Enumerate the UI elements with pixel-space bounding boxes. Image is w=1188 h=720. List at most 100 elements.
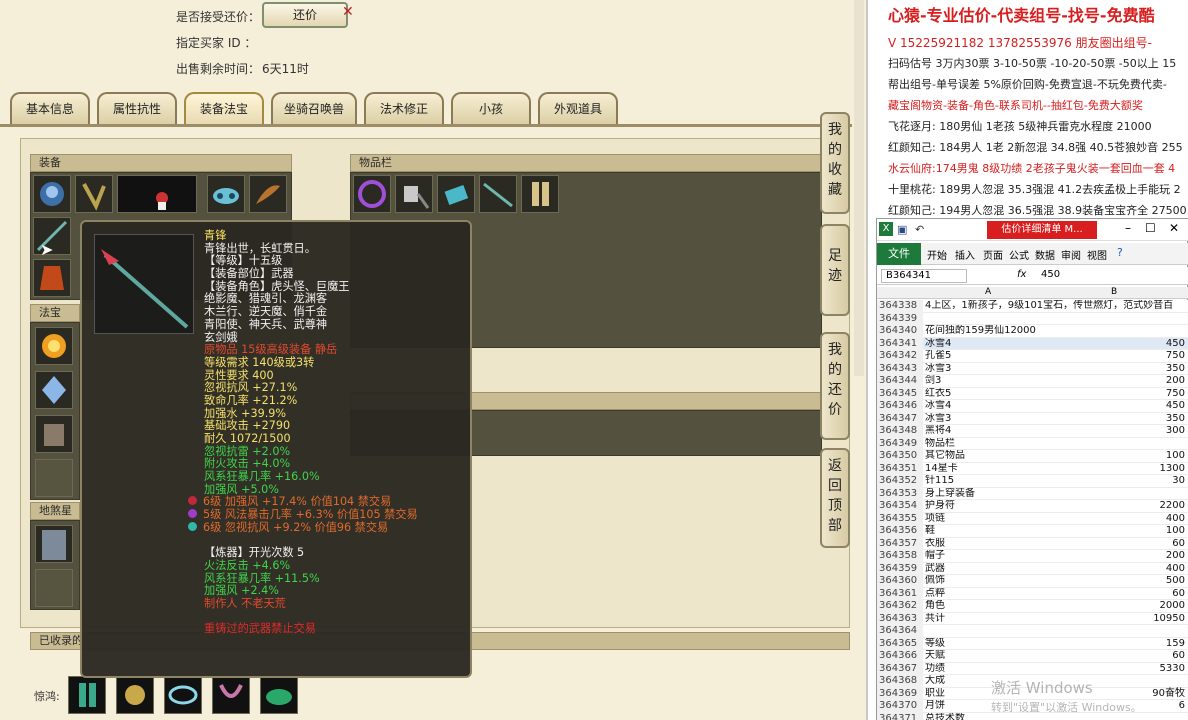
- column-b-header[interactable]: B: [1111, 287, 1117, 297]
- table-row[interactable]: 364338 4上区，1新孩子，9级101宝石，传世燃灯，范式妙音百: [877, 300, 1188, 313]
- cell-b[interactable]: 400: [1166, 563, 1185, 576]
- inventory-slot-1[interactable]: [353, 175, 391, 213]
- tab-attributes[interactable]: 属性抗性: [97, 92, 177, 124]
- table-row[interactable]: 364341 冰雪4 450: [877, 337, 1188, 351]
- cell-b[interactable]: 450: [1166, 338, 1185, 351]
- cell-b[interactable]: 30: [1172, 475, 1185, 488]
- cell-b[interactable]: 60: [1172, 538, 1185, 551]
- earth-star-slot-1[interactable]: [35, 525, 73, 563]
- column-a-header[interactable]: A: [985, 287, 991, 297]
- minimize-icon[interactable]: –: [1125, 221, 1131, 235]
- cell-a[interactable]: 佩饰: [925, 575, 945, 588]
- table-row[interactable]: 364344 剑3 200: [877, 375, 1188, 388]
- cell-a[interactable]: 物品栏: [925, 438, 955, 451]
- collected-slot-5[interactable]: [260, 676, 298, 714]
- tab-spell-mods[interactable]: 法术修正: [364, 92, 444, 124]
- cell-b[interactable]: 159: [1166, 638, 1185, 651]
- cell-a[interactable]: 武器: [925, 563, 945, 576]
- my-offers-button[interactable]: 我的还价: [820, 332, 850, 440]
- cell-b[interactable]: 500: [1166, 575, 1185, 588]
- table-row[interactable]: 364365 等级 159: [877, 637, 1188, 651]
- cell-a[interactable]: 4上区，1新孩子，9级101宝石，传世燃灯，范式妙音百: [925, 300, 1173, 313]
- treasure-slot-1[interactable]: [35, 327, 73, 365]
- table-row[interactable]: 364350 其它物品 100: [877, 450, 1188, 463]
- table-row[interactable]: 364362 角色 2000: [877, 600, 1188, 613]
- haggle-button[interactable]: 还价: [262, 2, 348, 28]
- table-row[interactable]: 364342 孔雀5 750: [877, 350, 1188, 363]
- tab-appearance[interactable]: 外观道具: [538, 92, 618, 124]
- ribbon-tab-data[interactable]: 数据: [1035, 247, 1055, 262]
- ribbon-tab-formulas[interactable]: 公式: [1009, 247, 1029, 262]
- ribbon-tab-file[interactable]: 文件: [877, 243, 921, 265]
- cell-b[interactable]: 200: [1166, 375, 1185, 388]
- cell-a[interactable]: 冰雪4: [925, 338, 951, 351]
- table-row[interactable]: 364367 功绩 5330: [877, 662, 1188, 676]
- cell-b[interactable]: 350: [1166, 363, 1185, 376]
- cell-b[interactable]: 60: [1172, 588, 1185, 601]
- cell-b[interactable]: 6: [1179, 700, 1185, 713]
- tab-equipment[interactable]: 装备法宝: [184, 92, 264, 124]
- ribbon-tab-insert[interactable]: 插入: [955, 247, 975, 262]
- table-row[interactable]: 364343 冰雪3 350: [877, 362, 1188, 376]
- cell-a[interactable]: 红衣5: [925, 388, 951, 401]
- equip-slot-character[interactable]: [117, 175, 197, 213]
- maximize-icon[interactable]: ☐: [1145, 221, 1156, 235]
- cell-a[interactable]: 大成: [925, 675, 945, 688]
- cell-a[interactable]: 鞋: [925, 525, 935, 538]
- cell-a[interactable]: 剑3: [925, 375, 941, 388]
- cell-b[interactable]: 2000: [1160, 600, 1185, 613]
- equip-slot-mask[interactable]: [207, 175, 245, 213]
- collected-slot-1[interactable]: [68, 676, 106, 714]
- collected-slot-4[interactable]: [212, 676, 250, 714]
- table-row[interactable]: 364358 帽子 200: [877, 550, 1188, 563]
- table-row[interactable]: 364348 黑将4 300: [877, 425, 1188, 438]
- inventory-slot-2[interactable]: [395, 175, 433, 213]
- cell-b[interactable]: 2200: [1160, 500, 1185, 513]
- formula-input[interactable]: 450: [1041, 269, 1060, 280]
- equip-slot-necklace[interactable]: [75, 175, 113, 213]
- cell-b[interactable]: 10950: [1153, 613, 1185, 626]
- ribbon-tab-layout[interactable]: 页面: [983, 247, 1003, 262]
- treasure-slot-3[interactable]: [35, 415, 73, 453]
- table-row[interactable]: 364354 护身符 2200: [877, 500, 1188, 513]
- cell-a[interactable]: 孔雀5: [925, 350, 951, 363]
- table-row[interactable]: 364351 14星卡 1300: [877, 462, 1188, 476]
- cell-b[interactable]: 200: [1166, 550, 1185, 563]
- cell-a[interactable]: 月饼: [925, 700, 945, 713]
- cell-a[interactable]: 针115: [925, 475, 954, 488]
- cell-a[interactable]: 护身符: [925, 500, 955, 513]
- table-row[interactable]: 364355 项链 400: [877, 512, 1188, 525]
- ribbon-tab-home[interactable]: 开始: [927, 247, 947, 262]
- treasure-slot-4[interactable]: [35, 459, 73, 497]
- cell-a[interactable]: 天赋: [925, 650, 945, 663]
- help-icon[interactable]: ?: [1117, 246, 1123, 259]
- cell-a[interactable]: 角色: [925, 600, 945, 613]
- table-row[interactable]: 364356 鞋 100: [877, 525, 1188, 538]
- save-icon[interactable]: ▣: [897, 223, 907, 236]
- cell-b[interactable]: 450: [1166, 400, 1185, 413]
- table-row[interactable]: 364340 花间独酌159男仙12000: [877, 325, 1188, 338]
- cell-b[interactable]: 350: [1166, 413, 1185, 426]
- ribbon-tab-review[interactable]: 审阅: [1061, 247, 1081, 262]
- equip-slot-helmet[interactable]: [33, 175, 71, 213]
- equip-slot-armor[interactable]: [33, 259, 71, 297]
- cell-a[interactable]: 14星卡: [925, 463, 958, 476]
- scrollbar-track[interactable]: [854, 0, 864, 376]
- cell-a[interactable]: 功绩: [925, 663, 945, 676]
- my-favorites-button[interactable]: 我的收藏: [820, 112, 850, 214]
- cell-a[interactable]: 衣服: [925, 538, 945, 551]
- close-window-icon[interactable]: ✕: [1169, 221, 1179, 235]
- table-row[interactable]: 364364: [877, 625, 1188, 638]
- inventory-slot-5[interactable]: [521, 175, 559, 213]
- table-row[interactable]: 364346 冰雪4 450: [877, 400, 1188, 413]
- cell-a[interactable]: 冰雪4: [925, 400, 951, 413]
- undo-icon[interactable]: ↶: [915, 223, 924, 236]
- name-box[interactable]: B364341: [881, 269, 967, 283]
- table-row[interactable]: 364345 红衣5 750: [877, 387, 1188, 401]
- table-row[interactable]: 364363 共计 10950: [877, 612, 1188, 626]
- cell-a[interactable]: 职业: [925, 688, 945, 701]
- table-row[interactable]: 364353 身上穿装备: [877, 487, 1188, 500]
- cell-b[interactable]: 300: [1166, 425, 1185, 438]
- table-row[interactable]: 364357 衣服 60: [877, 537, 1188, 551]
- inventory-slot-3[interactable]: [437, 175, 475, 213]
